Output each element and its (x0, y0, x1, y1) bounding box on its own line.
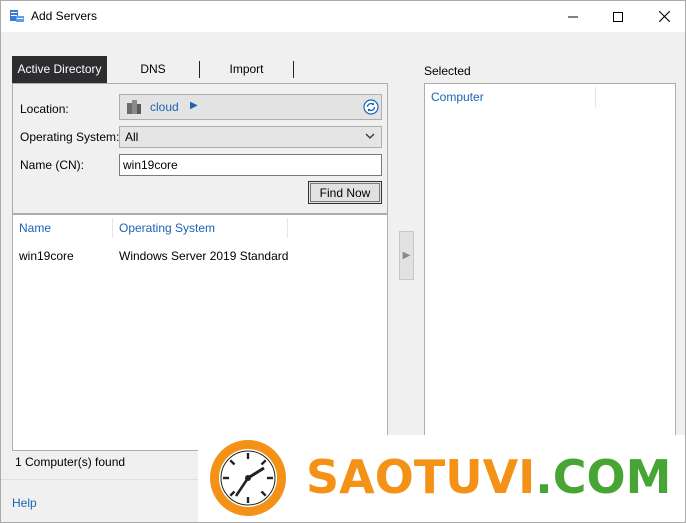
selected-label: Selected (424, 64, 471, 78)
results-list[interactable]: Name Operating System win19core Windows … (12, 214, 388, 451)
column-header-os[interactable]: Operating System (119, 221, 215, 235)
clock-logo-icon (210, 440, 286, 516)
location-label: Location: (20, 102, 69, 116)
minimize-button[interactable] (550, 1, 596, 32)
os-label: Operating System: (20, 130, 120, 144)
search-panel: Location: cloud ▶ Operating System: All … (12, 83, 388, 214)
maximize-button[interactable] (595, 1, 641, 32)
watermark: SAOTUVI.COM (198, 435, 685, 522)
watermark-text-b: .COM (535, 450, 672, 504)
maximize-icon (613, 11, 623, 22)
domain-icon (127, 100, 141, 114)
tab-import[interactable]: Import (199, 56, 294, 83)
tab-dns[interactable]: DNS (107, 56, 199, 83)
os-select-value: All (125, 130, 139, 144)
server-manager-icon (10, 10, 24, 22)
column-divider (287, 218, 288, 238)
tab-divider (293, 61, 294, 78)
window-title: Add Servers (31, 9, 98, 23)
help-link[interactable]: Help (12, 496, 37, 510)
column-header-name[interactable]: Name (19, 221, 51, 235)
watermark-text-a: SAOTUVI (306, 450, 536, 504)
add-servers-window: Add Servers Active Directory DNS Import … (0, 0, 686, 523)
watermark-text: SAOTUVI.COM (306, 449, 671, 505)
source-tabs: Active Directory DNS Import (12, 56, 388, 83)
minimize-icon (568, 16, 578, 17)
add-to-selected-button[interactable]: ▶ (399, 231, 414, 280)
location-picker[interactable]: cloud ▶ (119, 94, 382, 120)
chevron-down-icon (365, 133, 375, 139)
refresh-icon[interactable] (363, 99, 379, 115)
title-bar: Add Servers (1, 1, 685, 32)
column-divider (595, 87, 596, 107)
close-icon (658, 11, 670, 22)
name-label: Name (CN): (20, 158, 85, 172)
find-now-button[interactable]: Find Now (308, 181, 382, 204)
column-header-computer[interactable]: Computer (431, 90, 484, 104)
location-arrow-icon[interactable]: ▶ (190, 100, 198, 111)
column-divider (112, 218, 113, 238)
arrow-right-icon: ▶ (402, 250, 411, 261)
results-count: 1 Computer(s) found (15, 455, 126, 469)
close-button[interactable] (641, 1, 685, 32)
os-select[interactable]: All (119, 126, 382, 148)
row-os-cell[interactable]: Windows Server 2019 Standard (119, 249, 288, 263)
tab-active-directory[interactable]: Active Directory (12, 56, 107, 83)
row-name-cell[interactable]: win19core (19, 249, 74, 263)
location-value[interactable]: cloud (150, 100, 179, 114)
selected-list[interactable]: Computer (424, 83, 676, 451)
name-input[interactable] (119, 154, 382, 176)
